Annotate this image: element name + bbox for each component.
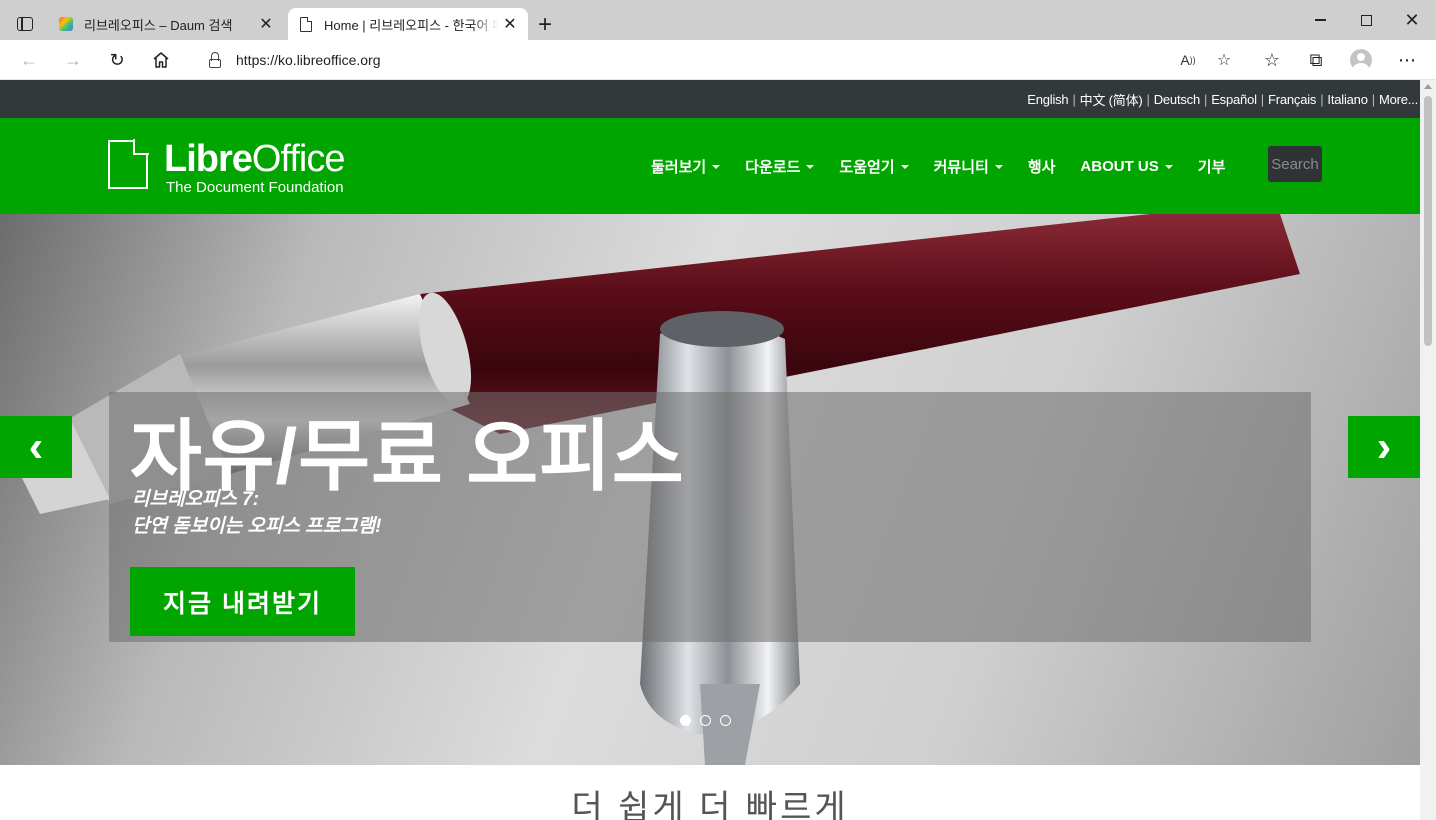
lang-italiano[interactable]: Italiano	[1327, 92, 1368, 107]
document-icon	[298, 16, 314, 32]
section-heading: 더 쉽게 더 빠르게	[571, 789, 849, 820]
read-aloud-icon[interactable]: A))	[1172, 45, 1204, 75]
caret-down-icon	[1164, 164, 1173, 169]
browser-window: 리브레오피스 – Daum 검색 ✕ Home | 리브레오피스 - 한국어 페…	[0, 0, 1436, 820]
minimize-icon	[1314, 19, 1326, 21]
carousel-indicators	[680, 715, 731, 726]
maximize-button[interactable]	[1343, 0, 1389, 40]
hero-subtitle: 리브레오피스 7: 단연 돋보이는 오피스 프로그램!	[132, 486, 381, 540]
tab-strip: 리브레오피스 – Daum 검색 ✕ Home | 리브레오피스 - 한국어 페…	[0, 0, 1436, 40]
back-arrow-icon: ←	[20, 49, 38, 70]
collections-button[interactable]: ⧉	[1301, 45, 1331, 75]
tab-libreoffice-home[interactable]: Home | 리브레오피스 - 한국어 페이지 ✕	[288, 8, 528, 40]
more-icon: ⋯	[1398, 49, 1416, 70]
forward-button[interactable]: →	[58, 45, 88, 75]
menu-item-events[interactable]: 행사	[1028, 156, 1056, 177]
menu-item-explore[interactable]: 둘러보기	[651, 156, 721, 177]
hero-subtitle-line1: 리브레오피스 7:	[132, 489, 260, 510]
menu-item-donate[interactable]: 기부	[1198, 156, 1226, 177]
language-bar: English | 中文 (简体) | Deutsch | Español | Fran…	[0, 80, 1420, 118]
document-logo-icon	[108, 139, 149, 189]
close-tab-icon[interactable]: ✕	[498, 12, 522, 36]
caret-down-icon	[900, 164, 909, 169]
libreoffice-logo[interactable]: LibreOffice The Document Foundation	[108, 138, 346, 197]
chevron-right-icon: ›	[1376, 422, 1392, 471]
lang-francais[interactable]: Français	[1268, 92, 1316, 107]
lock-icon[interactable]	[208, 52, 222, 68]
lang-chinese[interactable]: 中文 (简体)	[1080, 90, 1143, 109]
caret-down-icon	[806, 164, 815, 169]
menu-item-about-us[interactable]: ABOUT US	[1080, 158, 1173, 175]
lang-more[interactable]: More...	[1379, 92, 1418, 107]
carousel-dot-3[interactable]	[720, 715, 731, 726]
page-scrollbar[interactable]	[1420, 80, 1436, 820]
navigation-bar: ← → ↻ https://ko.libreoffice.org A)) ☆ ☆…	[0, 40, 1436, 80]
home-button[interactable]	[146, 45, 176, 75]
lang-espanol[interactable]: Español	[1211, 92, 1257, 107]
address-bar[interactable]: https://ko.libreoffice.org A)) ☆	[190, 45, 1244, 75]
refresh-button[interactable]: ↻	[102, 45, 132, 75]
close-window-button[interactable]: ✕	[1389, 0, 1435, 40]
tab-title: Home | 리브레오피스 - 한국어 페이지	[324, 17, 498, 33]
settings-menu-button[interactable]: ⋯	[1392, 45, 1422, 75]
carousel-dot-2[interactable]	[700, 715, 711, 726]
tab-actions-button[interactable]	[10, 10, 40, 38]
scrollbar-thumb[interactable]	[1424, 96, 1432, 346]
caret-down-icon	[712, 164, 721, 169]
carousel-dot-1[interactable]	[680, 715, 691, 726]
logo-name-light: Office	[251, 138, 346, 180]
add-favorite-icon[interactable]: ☆	[1208, 45, 1240, 75]
lang-english[interactable]: English	[1027, 92, 1068, 107]
menu-item-community[interactable]: 커뮤니티	[934, 156, 1003, 177]
url-text[interactable]: https://ko.libreoffice.org	[236, 52, 380, 68]
tab-actions-icon	[17, 17, 33, 31]
avatar	[1350, 49, 1372, 71]
close-icon: ✕	[1404, 9, 1420, 30]
minimize-button[interactable]	[1297, 0, 1343, 40]
forward-arrow-icon: →	[64, 49, 82, 70]
scroll-up-icon[interactable]	[1424, 84, 1432, 89]
carousel-next-button[interactable]: ›	[1348, 416, 1420, 478]
daum-logo-icon	[58, 16, 74, 32]
hero-carousel: 자유/무료 오피스 리브레오피스 7: 단연 돋보이는 오피스 프로그램! 지금…	[0, 214, 1420, 765]
refresh-icon: ↻	[109, 49, 125, 70]
download-now-button[interactable]: 지금 내려받기	[130, 567, 355, 636]
new-tab-button[interactable]: +	[532, 11, 558, 38]
search-input[interactable]: Search	[1268, 146, 1322, 182]
logo-subtitle: The Document Foundation	[166, 179, 344, 196]
collections-icon: ⧉	[1309, 49, 1323, 70]
favorites-button[interactable]: ☆	[1257, 45, 1287, 75]
logo-name-bold: Libre	[164, 138, 253, 180]
maximize-icon	[1360, 14, 1372, 26]
tab-title: 리브레오피스 – Daum 검색	[84, 17, 233, 33]
back-button[interactable]: ←	[14, 45, 44, 75]
chevron-left-icon: ‹	[28, 422, 44, 471]
tab-daum-search[interactable]: 리브레오피스 – Daum 검색 ✕	[48, 8, 284, 40]
menu-item-download[interactable]: 다운로드	[745, 156, 815, 177]
site-header: LibreOffice The Document Foundation 둘러보기…	[0, 118, 1420, 214]
favorites-icon: ☆	[1263, 49, 1281, 70]
caret-down-icon	[994, 164, 1003, 169]
web-page: English | 中文 (简体) | Deutsch | Español | Fran…	[0, 80, 1420, 820]
menu-item-get-help[interactable]: 도움얻기	[839, 156, 909, 177]
hero-subtitle-line2: 단연 돋보이는 오피스 프로그램!	[132, 516, 382, 537]
main-menu: 둘러보기 다운로드 도움얻기 커뮤니티 행사 ABOUT US 기부	[651, 156, 1250, 177]
carousel-prev-button[interactable]: ‹	[0, 416, 72, 478]
close-tab-icon[interactable]: ✕	[254, 12, 278, 36]
lang-deutsch[interactable]: Deutsch	[1154, 92, 1200, 107]
home-icon	[153, 52, 169, 68]
profile-button[interactable]	[1346, 45, 1376, 75]
